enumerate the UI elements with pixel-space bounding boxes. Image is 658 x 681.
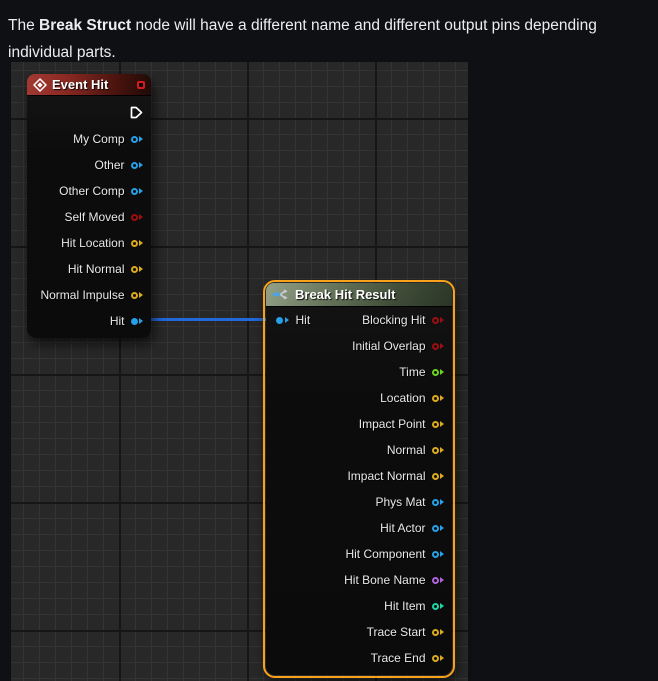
break-hit-result-selection-outline: Break Hit Result Hit Blocking Hit Initial… [263,280,455,678]
blue-pin-icon[interactable] [431,550,444,558]
pin-row[interactable]: Impact Point [266,411,452,437]
exec-pin-icon[interactable] [130,106,143,120]
pin-row[interactable]: Trace Start [266,619,452,645]
pin-label: Time [399,365,426,379]
paragraph-text: The [8,16,40,34]
break-hit-result-node[interactable]: Break Hit Result Hit Blocking Hit Initial… [266,283,452,675]
break-struct-icon [272,288,289,301]
pin-row[interactable]: Hit Normal [27,256,151,282]
pin-row[interactable]: Impact Normal [266,463,452,489]
break-hit-result-node-header[interactable]: Break Hit Result [266,283,452,307]
blue-pin-icon[interactable] [130,187,143,195]
red-pin-icon[interactable] [431,342,444,350]
pin-label: Other [94,158,125,172]
pin-label: Normal [386,443,426,457]
hit-input-pin-row[interactable]: Hit [276,307,310,333]
pin-label: Impact Normal [347,469,426,483]
pin-row[interactable]: Normal Impulse [27,282,151,308]
pin-row[interactable]: Trace End [266,645,452,671]
break-hit-result-output-pins: Blocking Hit Initial Overlap Time Location I… [266,307,452,671]
doc-paragraph: The Break Struct node will have a differ… [8,12,597,66]
pin-label: Normal Impulse [40,288,125,302]
blue-pin-icon[interactable] [130,135,143,143]
pin-row[interactable]: Time [266,359,452,385]
blue-pin-icon[interactable] [431,498,444,506]
red-pin-icon[interactable] [431,316,444,324]
blueprint-graph-canvas[interactable]: Event Hit My Comp Other Other Comp Self Mov… [11,62,468,681]
gold-pin-icon[interactable] [431,420,444,428]
gold-pin-icon[interactable] [431,394,444,402]
pin-label: Hit Normal [67,262,125,276]
paragraph-text: individual parts. [8,43,116,61]
pin-label: Self Moved [64,210,125,224]
event-hit-node[interactable]: Event Hit My Comp Other Other Comp Self Mov… [27,74,151,338]
pin-row[interactable]: Hit Component [266,541,452,567]
gold-pin-icon[interactable] [130,239,143,247]
pin-row[interactable]: Hit Actor [266,515,452,541]
blue-pin-icon[interactable] [130,161,143,169]
pin-label: Hit [295,313,311,327]
pin-label: Hit Bone Name [344,573,426,587]
pin-label: My Comp [73,132,125,146]
pin-label: Initial Overlap [352,339,426,353]
pin-label: Hit Component [345,547,426,561]
event-hit-node-header[interactable]: Event Hit [27,74,151,96]
pin-row[interactable]: Location [266,385,452,411]
pin-row[interactable] [27,100,151,126]
paragraph-text: node will have a different name and diff… [131,16,597,34]
pin-row[interactable]: Other Comp [27,178,151,204]
pin-row[interactable]: Hit Location [27,230,151,256]
gold-pin-icon[interactable] [431,654,444,662]
pin-label: Hit Item [384,599,426,613]
pin-label: Trace End [370,651,426,665]
pin-label: Other Comp [59,184,125,198]
delegate-pin-icon[interactable] [137,80,145,89]
event-hit-output-pins: My Comp Other Other Comp Self Moved Hit Loca… [27,96,151,334]
pin-label: Hit Location [61,236,125,250]
pin-row[interactable]: Phys Mat [266,489,452,515]
pin-label: Blocking Hit [362,313,426,327]
pin-row[interactable]: Self Moved [27,204,151,230]
pin-row[interactable]: Hit Bone Name [266,567,452,593]
blue-pin-icon[interactable] [431,524,444,532]
green-pin-icon[interactable] [431,368,444,376]
node-title: Event Hit [52,77,109,92]
teal-pin-icon[interactable] [431,602,444,610]
gold-pin-icon[interactable] [431,446,444,454]
pin-row[interactable]: Initial Overlap [266,333,452,359]
gold-pin-icon[interactable] [130,265,143,273]
red-pin-icon[interactable] [130,213,143,221]
pin-row[interactable]: My Comp [27,126,151,152]
pin-label: Impact Point [358,417,426,431]
pin-row[interactable]: Normal [266,437,452,463]
pin-row[interactable]: Hit [27,308,151,334]
pin-row[interactable]: Other [27,152,151,178]
purple-pin-icon[interactable] [431,576,444,584]
paragraph-bold-text: Break Struct [39,16,132,34]
gold-pin-icon[interactable] [431,628,444,636]
gold-pin-icon[interactable] [130,291,143,299]
pin-label: Trace Start [366,625,426,639]
blue-pin-icon[interactable] [130,317,143,325]
blue-pin-icon[interactable] [276,316,289,324]
node-title: Break Hit Result [295,287,396,302]
pin-label: Location [380,391,426,405]
pin-label: Hit [109,314,125,328]
pin-row[interactable]: Hit Item [266,593,452,619]
pin-label: Phys Mat [375,495,426,509]
pin-label: Hit Actor [380,521,426,535]
event-diamond-icon [33,77,47,92]
gold-pin-icon[interactable] [431,472,444,480]
